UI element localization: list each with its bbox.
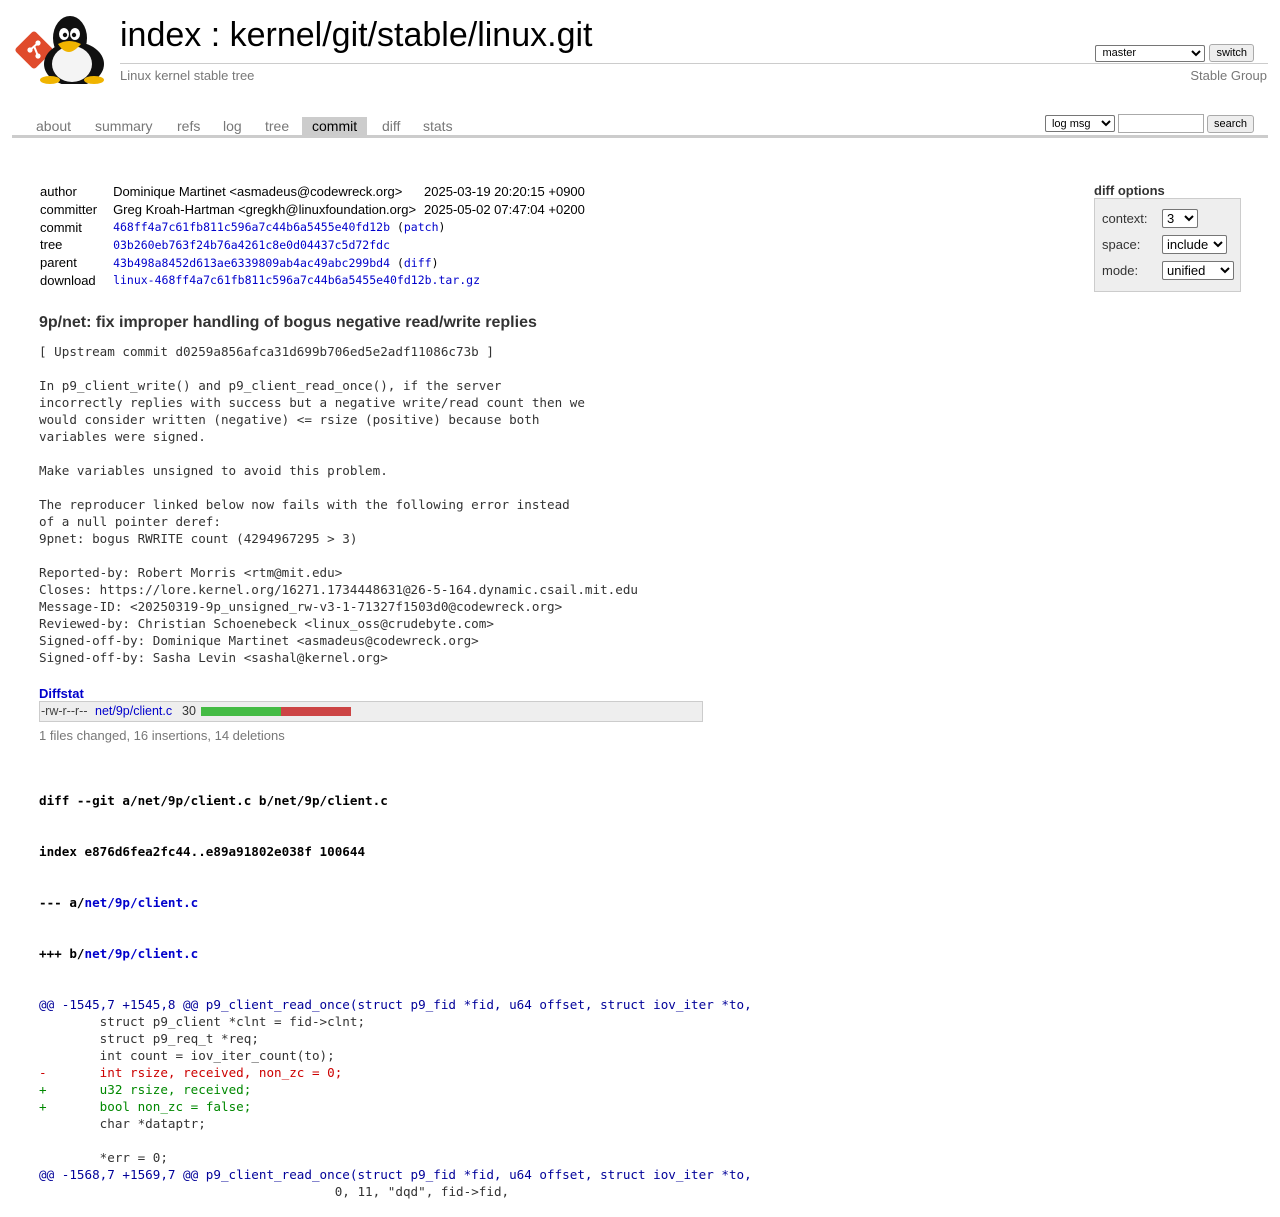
search-button[interactable]: search [1206, 114, 1254, 133]
minus-prefix: --- a/ [39, 895, 85, 910]
diff-hunk-header: @@ -1545,7 +1545,8 @@ p9_client_read_onc… [39, 997, 752, 1012]
tab-summary[interactable]: summary [85, 117, 163, 135]
diff-line: int count = iov_iter_count(to); [39, 1048, 335, 1063]
author-row: author Dominique Martinet <asmadeus@code… [36, 183, 589, 201]
tab-commit[interactable]: commit [302, 117, 368, 135]
author-label: author [40, 184, 77, 200]
context-select[interactable]: 3 [1162, 209, 1198, 228]
diffstat-header-link[interactable]: Diffstat [39, 686, 84, 701]
diff-lines: @@ -1545,7 +1545,8 @@ p9_client_read_onc… [39, 996, 752, 1200]
title-separator: : [201, 16, 230, 54]
commit-cell: 468ff4a7c61fb811c596a7c44b6a5455e40fd12b… [113, 220, 446, 235]
cgit-logo[interactable] [14, 12, 110, 84]
commit-label: commit [40, 219, 82, 235]
diff-plus-line: +++ b/net/9p/client.c [39, 945, 752, 962]
diff-options-title: diff options [1094, 183, 1165, 198]
diffstat-table: -rw-r--r-- net/9p/client.c 30 [39, 701, 703, 722]
mode-label: mode: [1102, 263, 1139, 278]
patch-link[interactable]: patch [404, 220, 439, 234]
commit-info-table: author Dominique Martinet <asmadeus@code… [36, 183, 589, 289]
author-value: Dominique Martinet <asmadeus@codewreck.o… [113, 184, 403, 200]
space-select[interactable]: include [1162, 235, 1227, 254]
search-form: log msg search [1044, 114, 1254, 133]
tab-log[interactable]: log [213, 117, 252, 135]
space-label: space: [1102, 237, 1141, 252]
index-link[interactable]: index [120, 16, 201, 54]
diffstat-changes: 30 [182, 704, 196, 718]
branch-switch-form: master switch [1095, 44, 1254, 62]
tab-bar: about summary refs log tree commit diff … [12, 114, 1268, 138]
branch-select[interactable]: master [1095, 44, 1206, 62]
diff-index-line: index e876d6fea2fc44..e89a91802e038f 100… [39, 844, 366, 859]
mode-select[interactable]: unified [1162, 261, 1234, 280]
parent-row: parent 43b498a8452d613ae6339809ab4ac49ab… [36, 254, 589, 272]
commit-row: commit 468ff4a7c61fb811c596a7c44b6a5455e… [36, 218, 589, 236]
insertions-bar [201, 707, 281, 716]
parent-cell: 43b498a8452d613ae6339809ab4ac49abc299bd4… [113, 255, 439, 270]
tab-refs[interactable]: refs [167, 117, 210, 135]
header-divider [120, 63, 1268, 64]
diff-line [39, 1132, 752, 1149]
committer-date: 2025-05-02 07:47:04 +0200 [424, 202, 585, 218]
diff-options-panel: context: 3 space: include mode: unified [1094, 198, 1241, 292]
diff-line: *err = 0; [39, 1150, 168, 1165]
diff-git-line: diff --git a/net/9p/client.c b/net/9p/cl… [39, 793, 388, 808]
diff-minus-line: --- a/net/9p/client.c [39, 894, 752, 911]
repo-description: Linux kernel stable tree [120, 68, 255, 83]
diff-line: char *dataptr; [39, 1116, 206, 1131]
diffstat-summary: 1 files changed, 16 insertions, 14 delet… [39, 728, 285, 743]
committer-row: committer Greg Kroah-Hartman <gregkh@lin… [36, 201, 589, 219]
committer-label: committer [40, 202, 98, 218]
switch-button[interactable]: switch [1209, 44, 1254, 62]
diff-line: + bool non_zc = false; [39, 1099, 252, 1114]
parent-diff-link[interactable]: diff [404, 256, 432, 270]
tree-hash-link[interactable]: 03b260eb763f24b76a4261c8e0d04437c5d72fdc [113, 238, 390, 252]
search-input[interactable] [1117, 114, 1204, 133]
download-link[interactable]: linux-468ff4a7c61fb811c596a7c44b6a5455e4… [113, 273, 480, 287]
plus-prefix: +++ b/ [39, 946, 85, 961]
author-date: 2025-03-19 20:20:15 +0900 [424, 184, 585, 200]
download-row: download linux-468ff4a7c61fb811c596a7c44… [36, 271, 589, 289]
diff-line: 0, 11, "dqd", fid->fid, [39, 1184, 510, 1199]
deletions-bar [281, 707, 351, 716]
diff-view: diff --git a/net/9p/client.c b/net/9p/cl… [39, 758, 752, 1217]
file-mode: -rw-r--r-- [41, 704, 88, 718]
diff-line: - int rsize, received, non_zc = 0; [39, 1065, 343, 1080]
tab-about[interactable]: about [26, 117, 81, 135]
commit-hash-link[interactable]: 468ff4a7c61fb811c596a7c44b6a5455e40fd12b [113, 220, 390, 234]
context-label: context: [1102, 211, 1148, 226]
commit-subject: 9p/net: fix improper handling of bogus n… [39, 314, 537, 331]
diff-line: + u32 rsize, received; [39, 1082, 252, 1097]
tab-stats[interactable]: stats [413, 117, 463, 135]
tree-label: tree [40, 237, 63, 253]
plus-file-link[interactable]: net/9p/client.c [85, 946, 199, 961]
tree-row: tree 03b260eb763f24b76a4261c8e0d04437c5d… [36, 236, 589, 254]
download-label: download [40, 272, 96, 288]
tree-cell: 03b260eb763f24b76a4261c8e0d04437c5d72fdc [109, 236, 589, 254]
diff-hunk-header: @@ -1568,7 +1569,7 @@ p9_client_read_onc… [39, 1167, 752, 1182]
commit-message: [ Upstream commit d0259a856afca31d699b70… [39, 344, 638, 665]
minus-file-link[interactable]: net/9p/client.c [85, 895, 199, 910]
repo-owner: Stable Group [1190, 68, 1267, 83]
diff-line: struct p9_client *clnt = fid->clnt; [39, 1014, 366, 1029]
diffstat-file-link[interactable]: net/9p/client.c [95, 704, 172, 718]
page-title: index : kernel/git/stable/linux.git [120, 16, 593, 55]
tab-diff[interactable]: diff [372, 117, 410, 135]
search-mode-select[interactable]: log msg [1044, 115, 1115, 132]
parent-hash-link[interactable]: 43b498a8452d613ae6339809ab4ac49abc299bd4 [113, 256, 390, 270]
committer-value: Greg Kroah-Hartman <gregkh@linuxfoundati… [113, 202, 417, 218]
tab-tree[interactable]: tree [255, 117, 299, 135]
repo-link[interactable]: kernel/git/stable/linux.git [230, 16, 593, 54]
download-cell: linux-468ff4a7c61fb811c596a7c44b6a5455e4… [109, 271, 589, 289]
diff-line: struct p9_req_t *req; [39, 1031, 259, 1046]
parent-label: parent [40, 255, 77, 271]
